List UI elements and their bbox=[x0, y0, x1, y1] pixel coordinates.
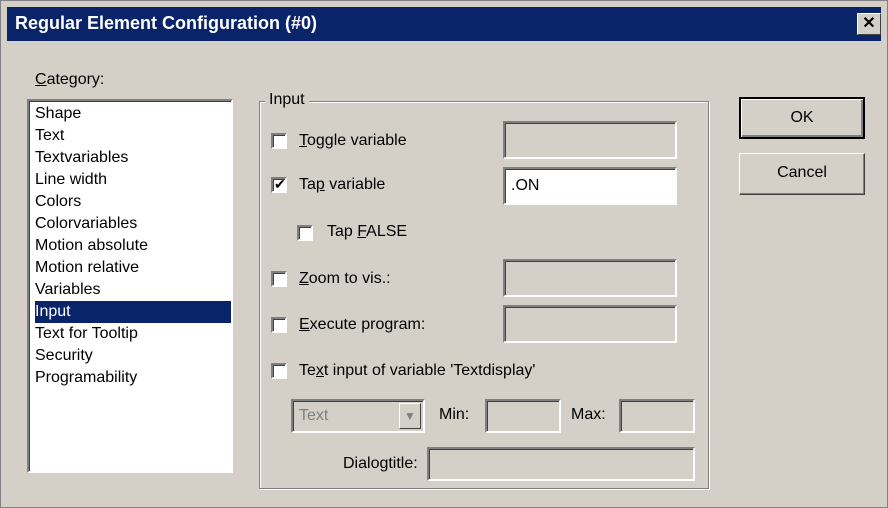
window-title: Regular Element Configuration (#0) bbox=[15, 13, 318, 33]
execute-program-field[interactable] bbox=[503, 305, 677, 343]
execute-program-checkbox[interactable] bbox=[271, 317, 287, 333]
list-item[interactable]: Security bbox=[35, 345, 231, 367]
max-field[interactable] bbox=[619, 399, 695, 433]
tap-variable-field[interactable]: .ON bbox=[503, 167, 677, 205]
dialog-window: Regular Element Configuration (#0) ✕ Cat… bbox=[0, 0, 888, 508]
category-list[interactable]: Shape Text Textvariables Line width Colo… bbox=[27, 99, 233, 473]
zoom-to-vis-checkbox[interactable] bbox=[271, 271, 287, 287]
toggle-variable-label: Toggle variable bbox=[299, 132, 407, 149]
close-icon: ✕ bbox=[862, 15, 876, 32]
cancel-button[interactable]: Cancel bbox=[739, 153, 865, 195]
input-group-title: Input bbox=[265, 91, 309, 109]
text-input-label: Text input of variable 'Textdisplay' bbox=[299, 362, 536, 379]
ok-button[interactable]: OK bbox=[739, 97, 865, 139]
zoom-to-vis-label: Zoom to vis.: bbox=[299, 270, 391, 287]
list-item[interactable]: Colors bbox=[35, 191, 231, 213]
list-item[interactable]: Motion relative bbox=[35, 257, 231, 279]
dialogtitle-label: Dialogtitle: bbox=[343, 455, 418, 472]
type-select-value: Text bbox=[299, 407, 329, 424]
tap-false-label: Tap FALSE bbox=[327, 223, 408, 240]
list-item[interactable]: Textvariables bbox=[35, 147, 231, 169]
close-button[interactable]: ✕ bbox=[857, 13, 881, 35]
execute-program-label: Execute program: bbox=[299, 316, 426, 333]
list-item[interactable]: Motion absolute bbox=[35, 235, 231, 257]
list-item[interactable]: Variables bbox=[35, 279, 231, 301]
list-item[interactable]: Text for Tooltip bbox=[35, 323, 231, 345]
tap-false-checkbox[interactable] bbox=[297, 225, 313, 241]
type-select[interactable]: Text ▼ bbox=[291, 399, 425, 433]
category-label: Category: bbox=[35, 71, 105, 88]
title-bar[interactable]: Regular Element Configuration (#0) ✕ bbox=[7, 7, 881, 41]
zoom-to-vis-field[interactable] bbox=[503, 259, 677, 297]
toggle-variable-field[interactable] bbox=[503, 121, 677, 159]
tap-variable-checkbox[interactable] bbox=[271, 177, 287, 193]
text-input-checkbox[interactable] bbox=[271, 363, 287, 379]
tap-variable-label: Tap variable bbox=[299, 176, 386, 193]
min-field[interactable] bbox=[485, 399, 561, 433]
list-item[interactable]: Shape bbox=[35, 103, 231, 125]
list-item[interactable]: Programability bbox=[35, 367, 231, 389]
max-label: Max: bbox=[571, 406, 606, 423]
list-item[interactable]: Line width bbox=[35, 169, 231, 191]
toggle-variable-checkbox[interactable] bbox=[271, 133, 287, 149]
list-item-selected[interactable]: Input bbox=[35, 301, 231, 323]
dialogtitle-field[interactable] bbox=[427, 447, 695, 481]
list-item[interactable]: Text bbox=[35, 125, 231, 147]
chevron-down-icon[interactable]: ▼ bbox=[399, 403, 421, 429]
min-label: Min: bbox=[439, 406, 470, 423]
list-item[interactable]: Colorvariables bbox=[35, 213, 231, 235]
